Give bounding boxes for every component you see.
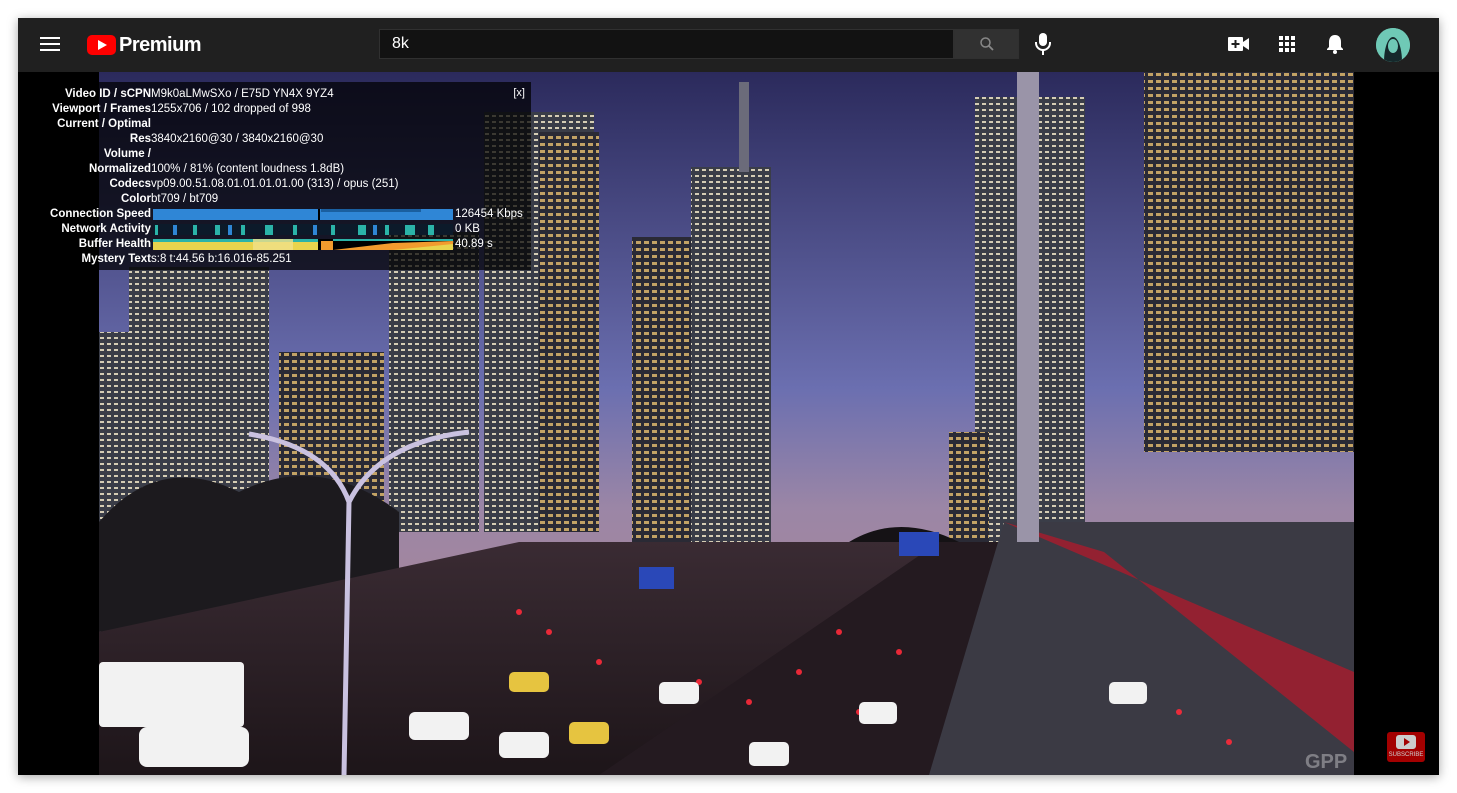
hamburger-menu-icon[interactable] [40,35,60,55]
stats-value: 126454 Kbps [455,208,523,220]
top-bar: Premium 8k [18,18,1439,72]
buffer-health-row: Buffer Health 40.89 s [25,237,531,252]
stats-for-nerds-panel: [x] Video ID / sCPN M9k0aLMwSXo / E75D Y… [25,82,531,270]
mystery-text-row: Mystery Text s:8 t:44.56 b:16.016-85.251 [25,252,531,267]
stats-row: Color bt709 / bt709 [25,192,531,207]
stats-row: Normalized 100% / 81% (content loudness … [25,162,531,177]
search-button[interactable] [954,29,1019,59]
stats-value: bt709 / bt709 [151,193,219,205]
stats-row: Res 3840x2160@30 / 3840x2160@30 [25,132,531,147]
apps-button[interactable] [1274,31,1300,57]
network-activity-graph [153,224,453,235]
microphone-icon [1035,33,1051,55]
youtube-premium-logo[interactable]: Premium [87,33,202,57]
play-icon [1396,735,1416,749]
connection-speed-row: Connection Speed 126454 Kbps [25,207,531,222]
stats-value: s:8 t:44.56 b:16.016-85.251 [151,253,292,265]
stats-row: Current / Optimal [25,117,531,132]
stats-row: Volume / [25,147,531,162]
notifications-button[interactable] [1322,31,1348,57]
stats-key: Buffer Health [78,238,151,250]
apps-grid-icon [1279,36,1295,52]
video-camera-add-icon [1228,37,1249,51]
connection-speed-graph [153,209,453,220]
stats-key: Viewport / Frames [52,103,151,115]
account-avatar[interactable] [1376,28,1410,62]
youtube-window: Premium 8k [x] Video ID / sCPN M9k0aLMwS… [18,18,1439,775]
youtube-play-icon [87,35,116,55]
subscribe-label: SUBSCRIBE [1388,752,1424,758]
search-input[interactable]: 8k [379,29,954,59]
stats-row: Codecs vp09.00.51.08.01.01.01.01.00 (313… [25,177,531,192]
logo-text: Premium [119,33,202,56]
search-icon [979,37,994,51]
stats-key: Current / Optimal [57,118,151,130]
stats-key: Network Activity [61,223,151,235]
stats-value: 100% / 81% (content loudness 1.8dB) [151,163,345,175]
stats-value[interactable]: M9k0aLMwSXo / E75D YN4X 9YZ4 [151,87,334,102]
voice-search-button[interactable] [1031,31,1055,57]
stats-value: vp09.00.51.08.01.01.01.01.00 (313) / opu… [151,178,399,190]
stats-key: Connection Speed [50,208,151,220]
stats-row: Viewport / Frames 1255x706 / 102 dropped… [25,102,531,117]
stats-value: 3840x2160@30 / 3840x2160@30 [151,133,324,145]
stats-row: Video ID / sCPN M9k0aLMwSXo / E75D YN4X … [25,87,531,102]
create-video-button[interactable] [1226,31,1252,57]
stats-key: Res [129,133,151,145]
stats-value: 0 KB [455,223,480,235]
buffer-health-graph [153,239,453,250]
stats-key: Volume / [103,148,151,160]
subscribe-watermark-button[interactable]: SUBSCRIBE [1387,732,1425,762]
stats-key: Mystery Text [81,253,151,265]
stats-key: Color [120,193,151,205]
channel-watermark: GPP [1305,751,1348,773]
network-activity-row: Network Activity 0 KB [25,222,531,237]
stats-value: 1255x706 / 102 dropped of 998 [151,103,311,115]
stats-key: Normalized [89,163,151,175]
stats-key: Video ID / sCPN [64,88,151,100]
video-player[interactable]: [x] Video ID / sCPN M9k0aLMwSXo / E75D Y… [18,72,1439,775]
bell-icon [1327,35,1343,54]
avatar-icon [1376,28,1410,62]
stats-key: Codecs [109,178,151,190]
stats-value: 40.89 s [455,238,493,250]
